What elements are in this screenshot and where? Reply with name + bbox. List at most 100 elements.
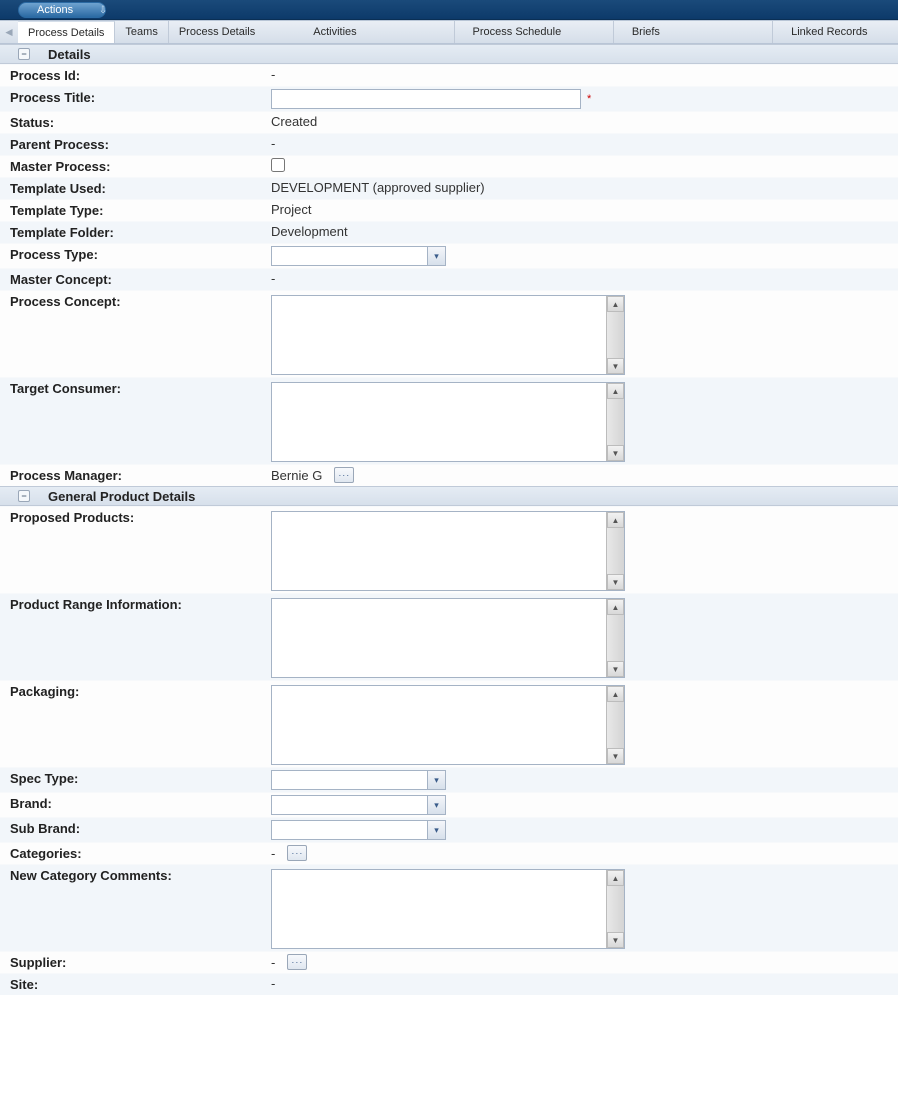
- label-template-used: Template Used:: [0, 178, 265, 199]
- product-range-info-textarea[interactable]: [272, 599, 606, 677]
- row-product-range-info: Product Range Information: ▲ ▼: [0, 593, 898, 680]
- row-template-folder: Template Folder: Development: [0, 221, 898, 243]
- dropdown-text: [272, 821, 427, 839]
- supplier-picker-button[interactable]: ···: [287, 954, 307, 970]
- row-template-type: Template Type: Project: [0, 199, 898, 221]
- tab-label: Briefs: [632, 26, 660, 38]
- label-new-category-comments: New Category Comments:: [0, 865, 265, 886]
- sub-brand-dropdown[interactable]: ▾: [271, 820, 446, 840]
- tab-bar: ◄ Process Details Teams Process Details …: [0, 20, 898, 44]
- label-target-consumer: Target Consumer:: [0, 378, 265, 399]
- actions-button[interactable]: Actions ⇩: [18, 2, 106, 18]
- label-categories: Categories:: [0, 843, 265, 864]
- row-process-title: Process Title: *: [0, 86, 898, 111]
- tab-process-schedule[interactable]: Process Schedule: [455, 21, 614, 43]
- scroll-up-icon: ▲: [607, 686, 624, 702]
- label-site: Site:: [0, 974, 265, 995]
- tab-label: Activities: [313, 26, 356, 38]
- scrollbar[interactable]: ▲ ▼: [606, 383, 624, 461]
- tab-label: Process Schedule: [473, 26, 562, 38]
- tab-linked-records[interactable]: Linked Records: [773, 21, 898, 43]
- scroll-down-icon: ▼: [607, 445, 624, 461]
- new-category-comments-textarea[interactable]: [272, 870, 606, 948]
- brand-dropdown[interactable]: ▾: [271, 795, 446, 815]
- label-process-id: Process Id:: [0, 65, 265, 86]
- label-master-process: Master Process:: [0, 156, 265, 177]
- process-manager-picker-button[interactable]: ···: [334, 467, 354, 483]
- scroll-up-icon: ▲: [607, 296, 624, 312]
- scroll-up-icon: ▲: [607, 870, 624, 886]
- new-category-comments-textarea-wrap: ▲ ▼: [271, 869, 625, 949]
- label-process-type: Process Type:: [0, 244, 265, 265]
- label-sub-brand: Sub Brand:: [0, 818, 265, 839]
- collapse-icon[interactable]: −: [18, 48, 30, 60]
- scrollbar[interactable]: ▲ ▼: [606, 599, 624, 677]
- proposed-products-textarea[interactable]: [272, 512, 606, 590]
- value-site: -: [265, 974, 898, 993]
- value-template-type: Project: [265, 200, 898, 219]
- scrollbar[interactable]: ▲ ▼: [606, 686, 624, 764]
- chevron-down-icon: ▾: [427, 821, 445, 839]
- value-master-concept: -: [265, 269, 898, 288]
- value-template-folder: Development: [265, 222, 898, 241]
- tab-briefs[interactable]: Briefs: [614, 21, 773, 43]
- row-categories: Categories: - ···: [0, 842, 898, 864]
- tab-process-details-1[interactable]: Process Details: [18, 21, 115, 43]
- top-bar: Actions ⇩: [0, 0, 898, 20]
- packaging-textarea-wrap: ▲ ▼: [271, 685, 625, 765]
- process-title-input[interactable]: [271, 89, 581, 109]
- chevron-down-icon: ▾: [427, 796, 445, 814]
- scroll-down-icon: ▼: [607, 748, 624, 764]
- value-supplier: -: [271, 955, 275, 970]
- tab-teams[interactable]: Teams: [115, 21, 168, 43]
- label-brand: Brand:: [0, 793, 265, 814]
- tab-label: Process Details: [179, 26, 255, 38]
- collapse-icon[interactable]: −: [18, 490, 30, 502]
- label-parent-process: Parent Process:: [0, 134, 265, 155]
- row-process-id: Process Id: -: [0, 64, 898, 86]
- categories-picker-button[interactable]: ···: [287, 845, 307, 861]
- process-type-dropdown[interactable]: ▾: [271, 246, 446, 266]
- row-process-type: Process Type: ▾: [0, 243, 898, 268]
- row-master-concept: Master Concept: -: [0, 268, 898, 290]
- row-supplier: Supplier: - ···: [0, 951, 898, 973]
- row-process-concept: Process Concept: ▲ ▼: [0, 290, 898, 377]
- scroll-up-icon: ▲: [607, 599, 624, 615]
- scrollbar[interactable]: ▲ ▼: [606, 296, 624, 374]
- tab-activities[interactable]: Activities: [295, 21, 454, 43]
- row-master-process: Master Process:: [0, 155, 898, 177]
- dropdown-text: [272, 796, 427, 814]
- row-brand: Brand: ▾: [0, 792, 898, 817]
- section-header-details: − Details: [0, 44, 898, 64]
- product-range-info-textarea-wrap: ▲ ▼: [271, 598, 625, 678]
- scroll-down-icon: ▼: [607, 932, 624, 948]
- value-status: Created: [265, 112, 898, 131]
- tab-process-details-2[interactable]: Process Details: [169, 21, 295, 43]
- scrollbar[interactable]: ▲ ▼: [606, 512, 624, 590]
- packaging-textarea[interactable]: [272, 686, 606, 764]
- tab-scroll-left-icon[interactable]: ◄: [0, 21, 18, 43]
- label-process-concept: Process Concept:: [0, 291, 265, 312]
- row-target-consumer: Target Consumer: ▲ ▼: [0, 377, 898, 464]
- spec-type-dropdown[interactable]: ▾: [271, 770, 446, 790]
- proposed-products-textarea-wrap: ▲ ▼: [271, 511, 625, 591]
- row-site: Site: -: [0, 973, 898, 995]
- row-packaging: Packaging: ▲ ▼: [0, 680, 898, 767]
- required-indicator: *: [587, 93, 591, 105]
- row-sub-brand: Sub Brand: ▾: [0, 817, 898, 842]
- target-consumer-textarea-wrap: ▲ ▼: [271, 382, 625, 462]
- scrollbar[interactable]: ▲ ▼: [606, 870, 624, 948]
- scroll-down-icon: ▼: [607, 358, 624, 374]
- label-template-folder: Template Folder:: [0, 222, 265, 243]
- row-process-manager: Process Manager: Bernie G ···: [0, 464, 898, 486]
- scroll-down-icon: ▼: [607, 574, 624, 590]
- section-title: Details: [48, 47, 91, 62]
- process-concept-textarea[interactable]: [272, 296, 606, 374]
- master-process-checkbox[interactable]: [271, 158, 285, 172]
- row-spec-type: Spec Type: ▾: [0, 767, 898, 792]
- row-proposed-products: Proposed Products: ▲ ▼: [0, 506, 898, 593]
- target-consumer-textarea[interactable]: [272, 383, 606, 461]
- value-parent-process: -: [265, 134, 898, 153]
- process-concept-textarea-wrap: ▲ ▼: [271, 295, 625, 375]
- value-template-used: DEVELOPMENT (approved supplier): [265, 178, 898, 197]
